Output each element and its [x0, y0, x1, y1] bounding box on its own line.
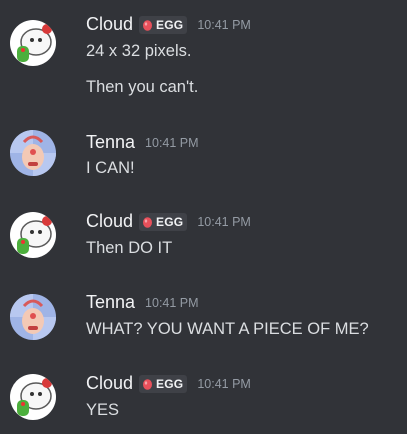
role-tag-label: EGG: [156, 214, 184, 229]
username[interactable]: Cloud: [86, 211, 133, 232]
message-header: Cloud EGG 10:41 PM: [86, 14, 251, 35]
tenna-avatar-icon[interactable]: [10, 294, 56, 340]
role-tag[interactable]: EGG: [139, 15, 188, 34]
role-tag-label: EGG: [156, 376, 184, 391]
message-text: I CAN!: [86, 159, 135, 177]
message-text: 24 x 32 pixels.: [86, 42, 192, 60]
timestamp[interactable]: 10:41 PM: [145, 136, 199, 150]
role-tag[interactable]: EGG: [139, 374, 188, 393]
message-header: Cloud EGG 10:41 PM: [86, 211, 251, 232]
tenna-avatar-icon[interactable]: [10, 130, 56, 176]
message-text: Then DO IT: [86, 239, 173, 257]
message-header: Cloud EGG 10:41 PM: [86, 373, 251, 394]
egg-icon: [142, 378, 153, 390]
role-tag-label: EGG: [156, 17, 184, 32]
egg-icon: [142, 19, 153, 31]
username[interactable]: Tenna: [86, 132, 135, 153]
cloud-avatar-icon[interactable]: [10, 212, 56, 258]
timestamp[interactable]: 10:41 PM: [197, 18, 251, 32]
username[interactable]: Tenna: [86, 292, 135, 313]
timestamp[interactable]: 10:41 PM: [145, 296, 199, 310]
role-tag[interactable]: EGG: [139, 212, 188, 231]
username[interactable]: Cloud: [86, 373, 133, 394]
message-header: Tenna 10:41 PM: [86, 132, 199, 153]
message-text: WHAT? YOU WANT A PIECE OF ME?: [86, 320, 369, 338]
message-text: Then you can't.: [86, 78, 199, 96]
egg-icon: [142, 216, 153, 228]
timestamp[interactable]: 10:41 PM: [197, 215, 251, 229]
username[interactable]: Cloud: [86, 14, 133, 35]
cloud-avatar-icon[interactable]: [10, 374, 56, 420]
message-header: Tenna 10:41 PM: [86, 292, 199, 313]
cloud-avatar-icon[interactable]: [10, 20, 56, 66]
message-text: YES: [86, 401, 120, 419]
timestamp[interactable]: 10:41 PM: [197, 377, 251, 391]
chat-log: Cloud EGG 10:41 PM 24 x 32 pixels. Then …: [0, 0, 407, 434]
